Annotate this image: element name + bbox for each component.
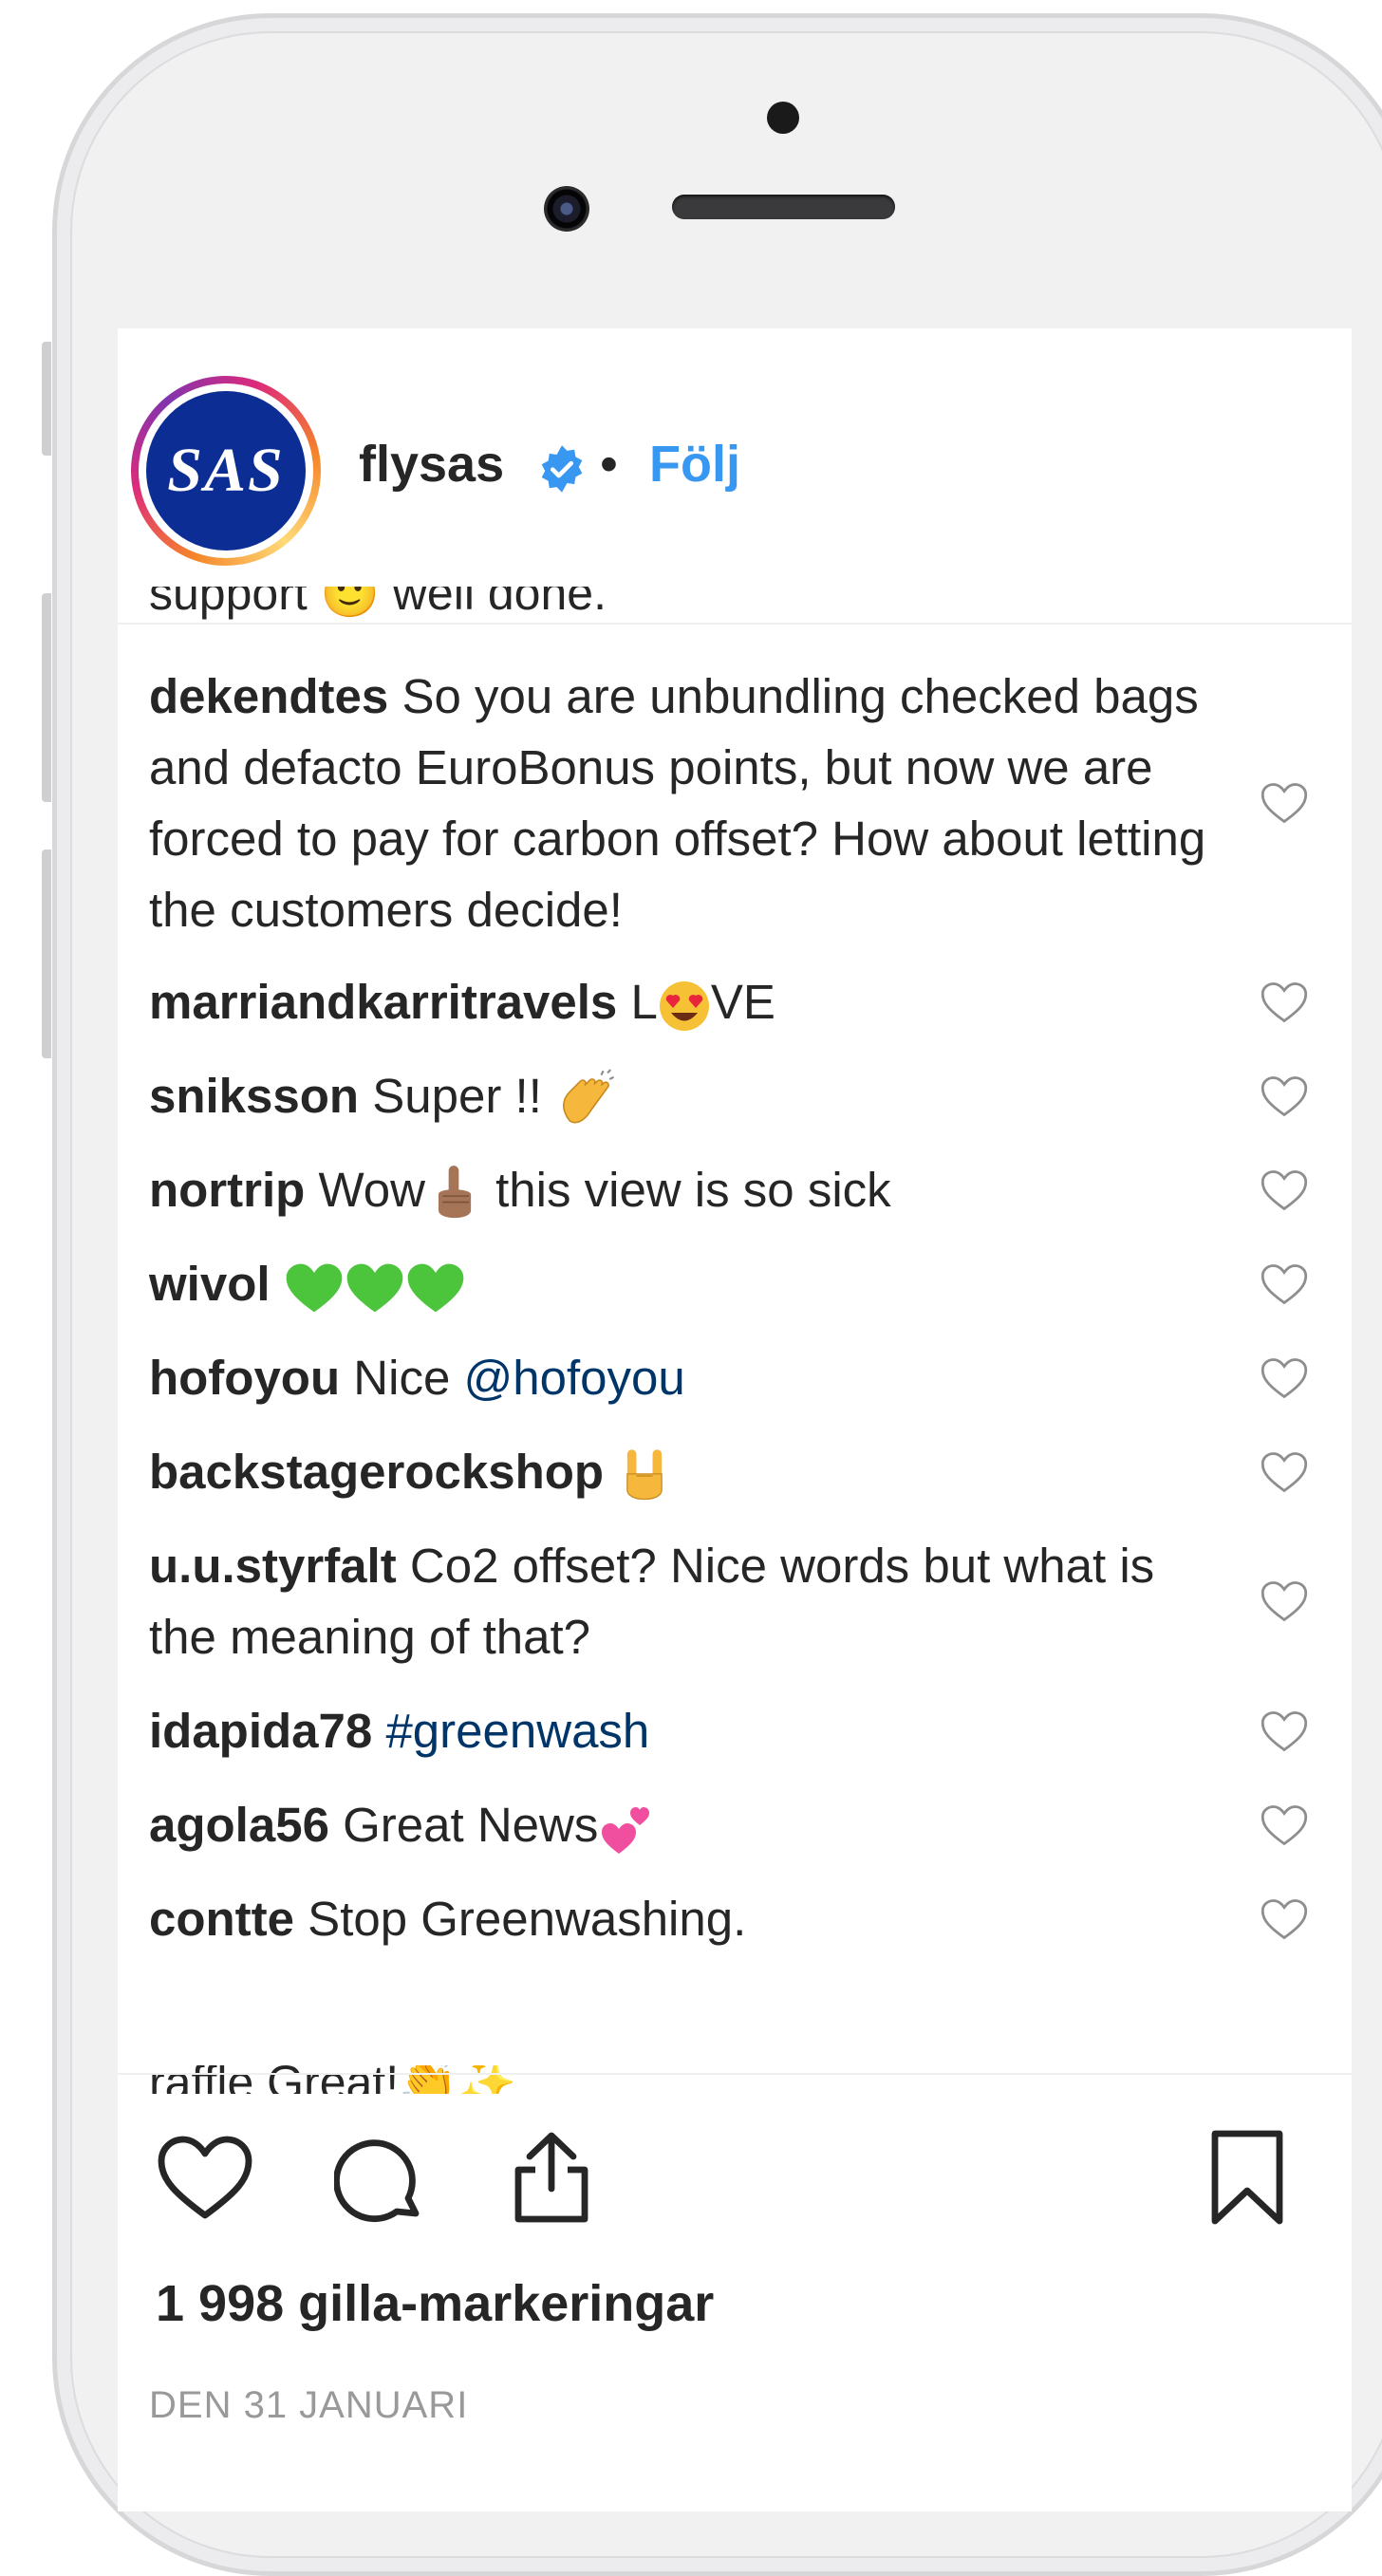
comment-bubble-icon[interactable] [334,2136,425,2227]
comment-username[interactable]: sniksson [149,1069,359,1123]
two-hearts-emoji [602,1806,650,1854]
comment-text: Wow [318,1163,425,1217]
comment-text: VE [710,975,775,1029]
sas-logo: SAS [146,391,306,551]
comment-item: agola56 Great News [149,1789,1330,1860]
comment-text: Nice [353,1351,451,1405]
comment-username[interactable]: agola56 [149,1798,329,1852]
comment-text: Great News [343,1798,599,1852]
heart-icon[interactable] [1260,1709,1309,1753]
comment-text: Stop Greenwashing. [308,1892,747,1946]
comments-divider [118,2073,1352,2075]
comment-item: idapida78 #greenwash [149,1695,1330,1766]
comment-username[interactable]: wivol [149,1257,271,1311]
comment-item: dekendtes So you are unbundling checked … [149,661,1330,945]
post-username[interactable]: flysas [359,435,504,494]
heart-icon[interactable] [1260,781,1309,825]
index-pointing-up-emoji [438,1165,472,1218]
instagram-post-screen: SAS flysas • Följ support 🙂 well done. d… [118,328,1352,2511]
heart-icon[interactable] [1260,1262,1309,1306]
comment-username[interactable]: idapida78 [149,1704,372,1758]
heart-icon[interactable] [1260,1897,1309,1941]
mute-switch [42,342,51,456]
proximity-sensor [767,102,799,134]
heart-icon[interactable] [1260,1803,1309,1847]
heart-icon[interactable] [1260,980,1309,1024]
green-heart-emoji [407,1263,464,1312]
header-divider [118,623,1352,625]
partially-hidden-comment: raffle Great!👏✨ [149,2065,517,2094]
heart-icon[interactable] [1260,1450,1309,1494]
likes-count[interactable]: 1 998 gilla-markeringar [156,2274,714,2333]
comment-item: sniksson Super !! [149,1060,1330,1131]
front-camera [544,186,589,232]
volume-down-button [42,849,51,1058]
verified-badge-icon [541,445,583,493]
hashtag-link[interactable]: #greenwash [385,1704,649,1758]
clapping-hands-emoji [563,1068,615,1124]
heart-icon[interactable] [1260,1579,1309,1623]
rock-on-hand-emoji [626,1448,663,1500]
follow-button[interactable]: Följ [649,435,740,494]
comment-item: marriandkarritravels L VE [149,966,1330,1037]
mention-link[interactable]: @hofoyou [464,1351,685,1405]
heart-icon[interactable] [1260,1356,1309,1400]
volume-up-button [42,593,51,802]
comment-text: Super !! [372,1069,542,1123]
heart-outline-icon[interactable] [156,2134,254,2221]
post-date: DEN 31 JANUARI [149,2384,469,2426]
bookmark-icon[interactable] [1207,2128,1287,2227]
comment-username[interactable]: dekendtes [149,669,388,723]
green-heart-emoji [346,1263,403,1312]
comment-text: this view is so sick [495,1163,891,1217]
avatar[interactable]: SAS [131,376,321,566]
green-heart-emoji [286,1263,343,1312]
green-hearts [284,1257,466,1312]
earpiece-speaker [672,195,895,219]
heart-icon[interactable] [1260,1074,1309,1118]
comment-item: backstagerockshop [149,1436,1330,1507]
partially-hidden-comment: support 🙂 well done. [149,587,607,620]
comment-username[interactable]: hofoyou [149,1351,340,1405]
comment-username[interactable]: contte [149,1892,294,1946]
comment-item: contte Stop Greenwashing. [149,1883,1330,1954]
action-bar [118,2122,1352,2265]
post-header: SAS flysas • Följ [118,328,1352,623]
comment-item: hofoyou Nice @hofoyou [149,1342,1330,1413]
comment-username[interactable]: marriandkarritravels [149,975,617,1029]
comment-item: u.u.styrfalt Co2 offset? Nice words but … [149,1530,1330,1672]
heart-icon[interactable] [1260,1168,1309,1212]
share-upload-icon[interactable] [509,2128,594,2227]
comment-item: wivol [149,1248,1330,1319]
heart-eyes-emoji [659,980,709,1031]
comment-list[interactable]: dekendtes So you are unbundling checked … [149,661,1330,1954]
comment-text: L [630,975,658,1029]
separator-dot: • [600,436,618,493]
comment-username[interactable]: backstagerockshop [149,1445,604,1499]
comment-item: nortrip Wow this view is so sick [149,1154,1330,1225]
comment-username[interactable]: nortrip [149,1163,305,1217]
comment-username[interactable]: u.u.styrfalt [149,1539,397,1593]
